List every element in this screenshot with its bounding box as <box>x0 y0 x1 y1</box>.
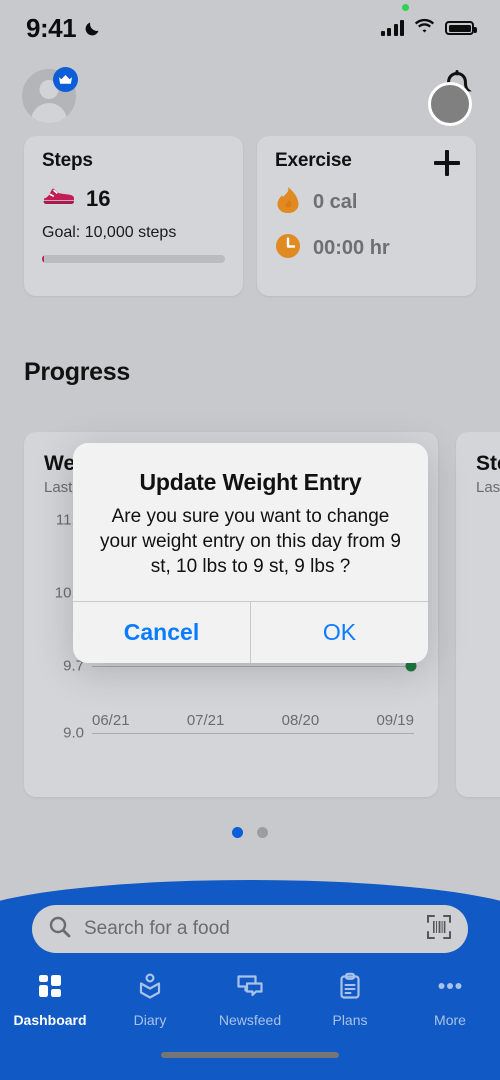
cancel-button[interactable]: Cancel <box>73 602 251 664</box>
ok-button[interactable]: OK <box>251 602 428 663</box>
modal-scrim: Update Weight Entry Are you sure you wan… <box>0 0 500 1080</box>
dialog-message: Are you sure you want to change your wei… <box>100 506 401 578</box>
update-weight-dialog: Update Weight Entry Are you sure you wan… <box>73 443 428 664</box>
dialog-title: Update Weight Entry <box>139 469 362 495</box>
phone-screen: 9:41 Steps 16 Goal: 10,000 steps Exercis… <box>0 0 500 1080</box>
dialog-body: Update Weight Entry Are you sure you wan… <box>73 443 428 601</box>
dialog-actions: Cancel OK <box>73 601 428 664</box>
